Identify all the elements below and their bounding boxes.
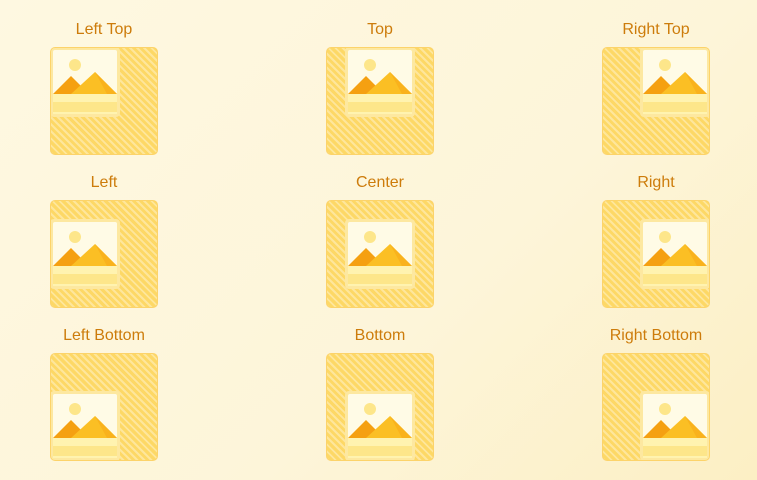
image-container <box>602 47 710 155</box>
image-placeholder-icon <box>639 218 709 290</box>
position-label: Right <box>637 174 675 191</box>
image-container <box>602 200 710 308</box>
image-container <box>326 353 434 461</box>
position-center: Center <box>326 173 434 308</box>
position-left: Left <box>50 173 158 308</box>
image-container <box>50 200 158 308</box>
position-label: Left Bottom <box>63 327 145 344</box>
image-container <box>50 47 158 155</box>
image-container <box>326 200 434 308</box>
image-placeholder-icon <box>344 390 416 460</box>
position-top: Top <box>326 20 434 155</box>
image-placeholder-icon <box>51 218 121 290</box>
image-placeholder-icon <box>51 390 121 460</box>
image-container <box>602 353 710 461</box>
position-label: Right Bottom <box>609 327 703 344</box>
image-placeholder-icon <box>639 390 709 460</box>
position-right-top: Right Top <box>602 20 710 155</box>
position-bottom: Bottom <box>326 326 434 461</box>
image-placeholder-icon <box>639 48 709 118</box>
image-placeholder-icon <box>344 48 416 118</box>
position-left-bottom: Left Bottom <box>50 326 158 461</box>
position-label: Top <box>367 21 393 38</box>
position-label: Bottom <box>354 327 406 344</box>
image-container <box>326 47 434 155</box>
position-right-bottom: Right Bottom <box>602 326 710 461</box>
image-placeholder-icon <box>344 218 416 290</box>
position-right: Right <box>602 173 710 308</box>
image-placeholder-icon <box>51 48 121 118</box>
position-label: Right Top <box>622 21 690 38</box>
position-label: Center <box>355 174 405 191</box>
image-container <box>50 353 158 461</box>
position-label: Left <box>90 174 118 191</box>
position-label: Left Top <box>75 21 133 38</box>
position-left-top: Left Top <box>50 20 158 155</box>
position-demo-page: { "positions": [ {"label": "Left Top", "… <box>0 0 757 480</box>
